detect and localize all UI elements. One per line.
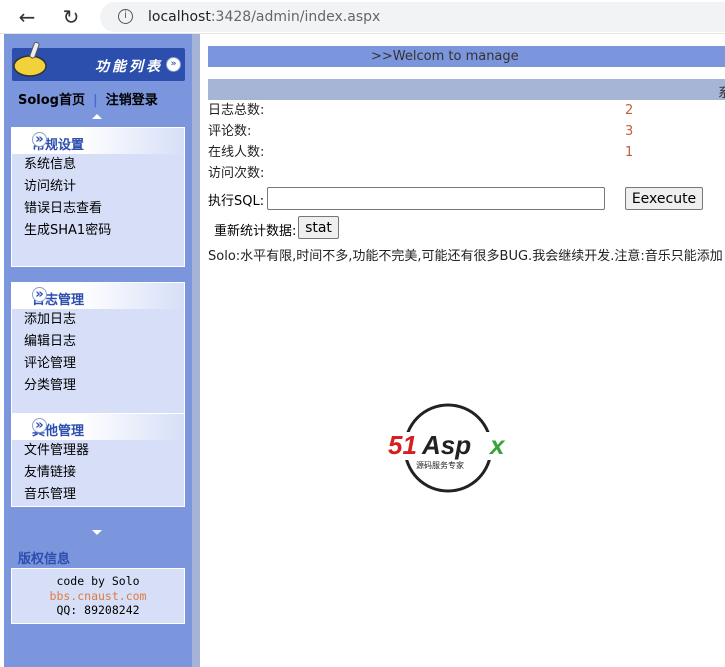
menu-item-links[interactable]: 友情链接 <box>12 462 184 484</box>
sql-label: 执行SQL: <box>208 194 265 209</box>
stat-recount-row: 重新统计数据: stat <box>208 215 725 241</box>
copyright-author: code by Solo <box>56 574 140 588</box>
sidebar-header: 功能列表 » <box>12 41 185 81</box>
stat-button[interactable]: stat <box>298 216 339 239</box>
copyright-qq: QQ: 89208242 <box>56 603 140 617</box>
collapse-icon[interactable]: » <box>166 57 181 72</box>
copyright-title: 版权信息 <box>18 552 71 567</box>
address-bar[interactable]: i localhost:3428/admin/index.aspx <box>100 2 725 32</box>
svg-text:x: x <box>488 430 506 460</box>
sidebar-divider <box>192 34 200 667</box>
bag-logo-icon <box>13 41 47 77</box>
chevron-down-icon[interactable]: » <box>32 418 47 433</box>
sql-row: 执行SQL: Eexecute <box>208 186 725 212</box>
section-header-text: 系 <box>718 86 725 100</box>
chevron-down-icon[interactable]: » <box>32 287 47 302</box>
watermark-logo: 51 Asp x 源码服务专家 <box>386 403 514 493</box>
stat-value: 2 <box>625 103 634 118</box>
panel-other: 其他管理» 文件管理器 友情链接 音乐管理 <box>11 413 185 507</box>
section-header-bar: 系 <box>208 79 725 100</box>
menu-item-system-info[interactable]: 系统信息 <box>12 154 184 176</box>
back-button[interactable]: ← <box>14 5 40 29</box>
author-note: Solo:水平有限,时间不多,功能不完美,可能还有很多BUG.我会继续开发.注意… <box>208 249 723 264</box>
menu-item-sha1[interactable]: 生成SHA1密码 <box>12 220 184 242</box>
svg-text:51: 51 <box>388 430 417 460</box>
execute-button[interactable]: Eexecute <box>625 187 703 210</box>
menu-item-comments[interactable]: 评论管理 <box>12 353 184 375</box>
logout-link[interactable]: 注销登录 <box>106 93 158 108</box>
arrow-down-icon[interactable] <box>92 530 102 535</box>
svg-text:Asp: Asp <box>421 430 471 460</box>
arrow-up-icon[interactable] <box>92 114 102 119</box>
stat-label: 评论数: <box>208 124 252 139</box>
panel-general: 常规设置» 系统信息 访问统计 错误日志查看 生成SHA1密码 <box>11 127 185 267</box>
separator: | <box>93 93 98 108</box>
menu-item-visit-stats[interactable]: 访问统计 <box>12 176 184 198</box>
stat-row-visits: 访问次数: <box>208 163 725 184</box>
svg-text:源码服务专家: 源码服务专家 <box>416 460 464 470</box>
url-path: :3428/admin/index.aspx <box>210 9 381 25</box>
stat-row-comments: 评论数: 3 <box>208 121 725 142</box>
stat-value: 3 <box>625 124 634 139</box>
stat-label: 日志总数: <box>208 103 265 118</box>
stat-row-online: 在线人数: 1 <box>208 142 725 163</box>
stat-label: 在线人数: <box>208 145 265 160</box>
sidebar-title: 功能列表 <box>95 59 163 75</box>
info-icon[interactable]: i <box>118 9 133 24</box>
sidebar: 功能列表 » Solog首页 | 注销登录 常规设置» 系统信息 访问统计 错误日志… <box>4 34 192 667</box>
stat-label: 访问次数: <box>208 166 265 181</box>
menu-item-categories[interactable]: 分类管理 <box>12 375 184 397</box>
reload-button[interactable]: ↻ <box>58 5 84 29</box>
url-host: localhost <box>148 9 211 25</box>
menu-item-add-log[interactable]: 添加日志 <box>12 309 184 331</box>
stat-value: 1 <box>625 145 634 160</box>
browser-toolbar: ← ↻ i localhost:3428/admin/index.aspx <box>0 0 725 34</box>
menu-item-error-log[interactable]: 错误日志查看 <box>12 198 184 220</box>
panel-log: 日志管理» 添加日志 编辑日志 评论管理 分类管理 <box>11 282 185 414</box>
copyright-box: code by Solo bbs.cnaust.com QQ: 89208242 <box>11 568 185 624</box>
menu-item-edit-log[interactable]: 编辑日志 <box>12 331 184 353</box>
chevron-down-icon[interactable]: » <box>32 132 47 147</box>
sql-input[interactable] <box>267 187 605 210</box>
menu-item-music[interactable]: 音乐管理 <box>12 484 184 506</box>
home-link[interactable]: Solog首页 <box>18 93 85 108</box>
copyright-link[interactable]: bbs.cnaust.com <box>12 589 184 604</box>
stat-row-logs: 日志总数: 2 <box>208 100 725 121</box>
main-content: >>Welcom to manage 系 日志总数: 2 评论数: 3 在线人数: 1… <box>208 46 725 264</box>
stat-recount-label: 重新统计数据: <box>214 224 297 239</box>
menu-item-file-manager[interactable]: 文件管理器 <box>12 440 184 462</box>
welcome-bar: >>Welcom to manage <box>208 46 725 67</box>
